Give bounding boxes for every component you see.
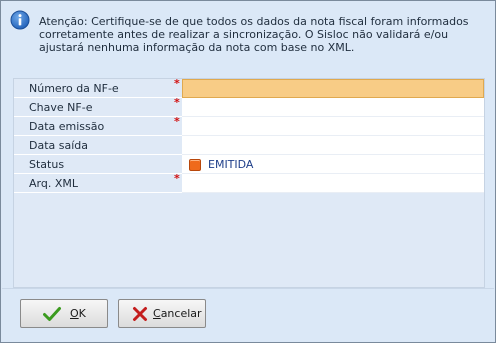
field-label: Status [14, 155, 182, 174]
required-marker: * [174, 96, 180, 109]
button-bar: OK Cancelar [2, 288, 494, 342]
notice-panel: Atenção: Certifique-se de que todos os d… [2, 2, 494, 69]
field-label: Data saída [14, 136, 182, 155]
cancel-label: Cancelar [153, 307, 202, 320]
data-saida-input[interactable] [182, 136, 484, 155]
status-field[interactable]: EMITIDA [182, 155, 484, 174]
ok-button[interactable]: OK [20, 299, 108, 328]
field-label: Data emissão * [14, 115, 182, 136]
label-text: Status [29, 158, 65, 171]
required-marker [174, 154, 182, 166]
label-text: Chave NF-e [29, 101, 93, 114]
status-square-icon [189, 159, 201, 171]
arq-xml-input[interactable] [182, 174, 484, 193]
field-label: Chave NF-e * [14, 96, 182, 117]
info-icon [10, 10, 30, 30]
numero-nfe-input[interactable] [182, 79, 484, 98]
nfe-form: Número da NF-e * Chave NF-e * Data emiss… [13, 78, 485, 288]
row-data-saida: Data saída [14, 136, 484, 155]
field-label: Arq. XML * [14, 172, 182, 193]
x-icon [133, 307, 147, 321]
row-data-emissao: Data emissão * [14, 115, 484, 136]
required-marker [174, 135, 182, 147]
dialog-window: Atenção: Certifique-se de que todos os d… [0, 0, 496, 343]
ok-label: OK [70, 307, 86, 320]
data-emissao-input[interactable] [182, 117, 484, 136]
row-numero-nfe: Número da NF-e * [14, 77, 484, 98]
row-arq-xml: Arq. XML * [14, 172, 484, 193]
chave-nfe-input[interactable] [182, 98, 484, 117]
label-text: Data emissão [29, 120, 105, 133]
required-marker: * [174, 77, 180, 90]
label-text: Número da NF-e [29, 82, 119, 95]
label-text: Data saída [29, 139, 89, 152]
cancel-button[interactable]: Cancelar [118, 299, 206, 328]
field-label: Número da NF-e * [14, 77, 182, 98]
required-marker: * [174, 172, 180, 185]
row-chave-nfe: Chave NF-e * [14, 96, 484, 117]
label-text: Arq. XML [29, 177, 78, 190]
required-marker: * [174, 115, 180, 128]
check-icon [43, 307, 61, 321]
status-value: EMITIDA [208, 158, 254, 171]
row-status: Status EMITIDA [14, 155, 484, 174]
notice-text: Atenção: Certifique-se de que todos os d… [39, 15, 469, 54]
